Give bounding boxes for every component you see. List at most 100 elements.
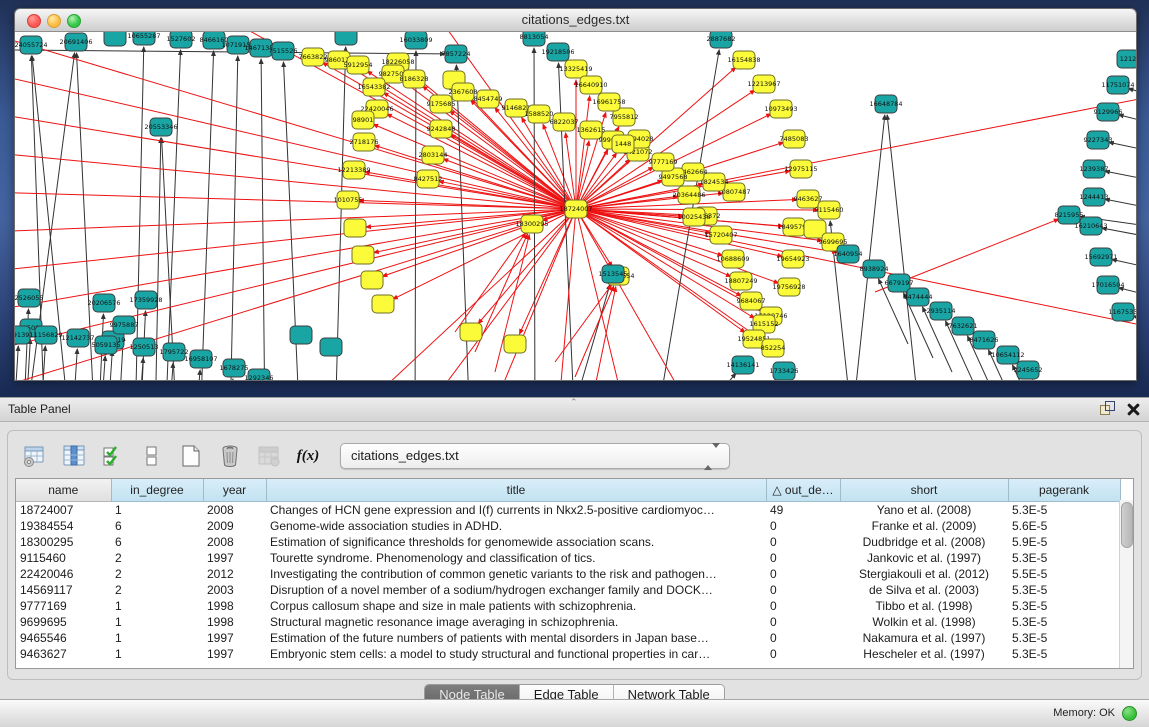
graph-edge[interactable]: [335, 47, 346, 380]
table-cell[interactable]: 18724007: [16, 502, 111, 519]
table-cell[interactable]: 9699695: [16, 614, 111, 630]
table-row[interactable]: 2242004622012Investigating the contribut…: [16, 566, 1120, 582]
table-cell[interactable]: 2009: [203, 518, 266, 534]
table-cell[interactable]: 1: [111, 502, 203, 519]
table-cell[interactable]: Jankovic et al. (1997): [840, 550, 1008, 566]
graph-node[interactable]: 7663822: [299, 48, 328, 66]
table-cell[interactable]: 6: [111, 518, 203, 534]
table-cell[interactable]: Estimation of significance thresholds fo…: [266, 534, 766, 550]
graph-node[interactable]: 5059135: [92, 336, 121, 354]
table-row[interactable]: 911546021997Tourette syndrome. Phenomeno…: [16, 550, 1120, 566]
table-row[interactable]: 946554611997Estimation of the future num…: [16, 630, 1120, 646]
table-row[interactable]: 1938455462009Genome-wide association stu…: [16, 518, 1120, 534]
table-cell[interactable]: 0: [766, 566, 840, 582]
graph-node[interactable]: 20553346: [144, 118, 177, 136]
table-cell[interactable]: 1: [111, 630, 203, 646]
function-builder-icon[interactable]: f(x): [295, 443, 321, 469]
table-row[interactable]: 1872400712008Changes of HCN gene express…: [16, 502, 1120, 519]
table-cell[interactable]: 2: [111, 550, 203, 566]
graph-node[interactable]: 19218506: [541, 43, 574, 61]
table-row[interactable]: 946362711997Embryonic stem cells: a mode…: [16, 646, 1120, 662]
graph-node[interactable]: 2526055: [15, 289, 43, 307]
table-cell[interactable]: 0: [766, 518, 840, 534]
graph-node[interactable]: 17016504: [1091, 276, 1124, 294]
graph-node[interactable]: 1167533: [1109, 303, 1136, 321]
table-cell[interactable]: Nakamura et al. (1997): [840, 630, 1008, 646]
graph-edge[interactable]: [230, 56, 238, 380]
table-cell[interactable]: 2012: [203, 566, 266, 582]
graph-edge[interactable]: [165, 50, 181, 380]
table-row[interactable]: 1456911722003Disruption of a novel membe…: [16, 582, 1120, 598]
table-cell[interactable]: 1997: [203, 630, 266, 646]
table-cell[interactable]: 1997: [203, 646, 266, 662]
graph-node[interactable]: [290, 326, 312, 344]
network-window-titlebar[interactable]: citations_edges.txt: [15, 9, 1136, 32]
table-cell[interactable]: Franke et al. (2009): [840, 518, 1008, 534]
graph-node[interactable]: 2935114: [927, 302, 956, 320]
graph-node[interactable]: 1448: [612, 135, 634, 153]
graph-node[interactable]: 6822037: [550, 113, 579, 131]
table-selector-dropdown[interactable]: citations_edges.txt: [340, 443, 730, 469]
graph-node[interactable]: 9474444: [904, 288, 933, 306]
graph-node[interactable]: 2718176: [350, 133, 379, 151]
table-cell[interactable]: 0: [766, 614, 840, 630]
graph-node[interactable]: 16033809: [399, 32, 432, 49]
table-cell[interactable]: 2008: [203, 534, 266, 550]
table-cell[interactable]: 2008: [203, 502, 266, 519]
table-cell[interactable]: Tibbo et al. (1998): [840, 598, 1008, 614]
graph-node[interactable]: 16154838: [727, 51, 760, 69]
graph-node[interactable]: 16648784: [869, 95, 902, 113]
column-header-pagerank[interactable]: pagerank: [1008, 479, 1120, 502]
graph-node[interactable]: 9684067: [737, 292, 766, 310]
graph-edge[interactable]: [576, 209, 1136, 330]
graph-node[interactable]: 8186328: [400, 70, 429, 88]
graph-node[interactable]: 852254: [761, 339, 786, 357]
table-cell[interactable]: Stergiakouli et al. (2012): [840, 566, 1008, 582]
table-cell[interactable]: Embryonic stem cells: a model to study s…: [266, 646, 766, 662]
graph-node[interactable]: 14136141: [726, 356, 759, 374]
graph-edge[interactable]: [195, 370, 200, 380]
table-cell[interactable]: 9115460: [16, 550, 111, 566]
graph-node[interactable]: 20691406: [59, 33, 92, 51]
table-row[interactable]: 969969511998Structural magnetic resonanc…: [16, 614, 1120, 630]
graph-node[interactable]: 1250513: [130, 338, 159, 356]
graph-node[interactable]: 18807249: [724, 272, 757, 290]
table-cell[interactable]: Dudbridge et al. (2008): [840, 534, 1008, 550]
graph-node[interactable]: 2803144: [419, 146, 448, 164]
float-panel-icon[interactable]: [1100, 401, 1114, 415]
column-header-in_degree[interactable]: in_degree: [111, 479, 203, 502]
table-cell[interactable]: 5.3E-5: [1008, 646, 1120, 662]
table-cell[interactable]: 5.3E-5: [1008, 630, 1120, 646]
graph-node[interactable]: 8938924: [860, 260, 889, 278]
table-cell[interactable]: Tourette syndrome. Phenomenology and cla…: [266, 550, 766, 566]
table-cell[interactable]: 5.3E-5: [1008, 598, 1120, 614]
table-cell[interactable]: 0: [766, 582, 840, 598]
graph-edge[interactable]: [1105, 199, 1136, 209]
column-header-out_de[interactable]: △ out_de…: [766, 479, 840, 502]
graph-node[interactable]: 10973493: [764, 100, 797, 118]
graph-node[interactable]: 98901: [352, 111, 374, 129]
graph-edge[interactable]: [135, 47, 144, 380]
graph-node[interactable]: 7515526: [269, 42, 298, 60]
table-cell[interactable]: 19384554: [16, 518, 111, 534]
column-header-short[interactable]: short: [840, 479, 1008, 502]
close-panel-icon[interactable]: [1126, 402, 1139, 415]
graph-edge[interactable]: [887, 115, 921, 380]
graph-node[interactable]: [352, 246, 374, 264]
graph-node[interactable]: 7632621: [949, 317, 978, 335]
graph-node[interactable]: 5912954: [344, 56, 373, 74]
table-cell[interactable]: Genome-wide association studies in ADHD.: [266, 518, 766, 534]
table-cell[interactable]: 5.6E-5: [1008, 518, 1120, 534]
delete-icon[interactable]: [217, 443, 243, 469]
table-cell[interactable]: Wolkin et al. (1998): [840, 614, 1008, 630]
graph-node[interactable]: 19756928: [772, 278, 805, 296]
table-cell[interactable]: 9463627: [16, 646, 111, 662]
table-cell[interactable]: 14569117: [16, 582, 111, 598]
graph-node[interactable]: 9242848: [427, 120, 456, 138]
graph-edge[interactable]: [228, 379, 233, 380]
table-cell[interactable]: 5.9E-5: [1008, 534, 1120, 550]
table-cell[interactable]: 5.3E-5: [1008, 614, 1120, 630]
graph-edge[interactable]: [15, 346, 18, 380]
table-cell[interactable]: 0: [766, 630, 840, 646]
graph-node[interactable]: 10688609: [716, 250, 749, 268]
